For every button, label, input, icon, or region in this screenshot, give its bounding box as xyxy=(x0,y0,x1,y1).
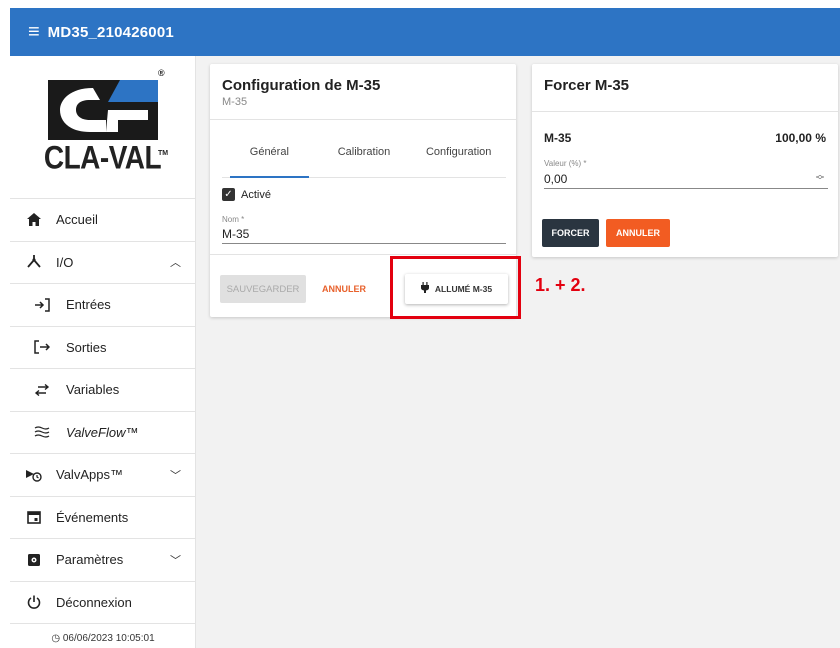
highlight-box xyxy=(390,256,521,319)
cancel-button[interactable]: ANNULER xyxy=(318,275,370,303)
logo-mark-icon xyxy=(47,80,158,140)
power-icon xyxy=(26,595,42,610)
input-icon xyxy=(34,298,50,312)
sidebar-item-io[interactable]: I/O ︿ xyxy=(10,242,195,284)
divider xyxy=(532,111,838,112)
output-icon xyxy=(34,340,50,354)
value-input[interactable]: 0,00 xyxy=(544,172,567,186)
force-output-name: M-35 xyxy=(544,131,572,145)
chevron-down-icon[interactable]: ﹀ xyxy=(170,467,181,483)
name-field[interactable]: M-35 xyxy=(222,227,249,241)
sidebar-item-accueil[interactable]: Accueil xyxy=(10,199,195,242)
registered-mark: ® xyxy=(158,68,165,78)
brand-name: CLA-VAL xyxy=(43,139,162,176)
sidebar-item-entrees[interactable]: Entrées xyxy=(10,284,195,327)
sidebar: ® CLA-VAL TM Accueil I/O ︿ Entrées Sorti… xyxy=(10,56,196,648)
sidebar-item-deconnexion[interactable]: Déconnexion xyxy=(10,582,195,624)
force-card-title: Forcer M-35 xyxy=(544,77,630,94)
force-cancel-button[interactable]: ANNULER xyxy=(606,219,670,247)
sidebar-item-label: ValveFlow™ xyxy=(66,424,139,440)
name-field-label: Nom * xyxy=(222,215,245,224)
sidebar-item-label: I/O xyxy=(56,254,74,270)
io-icon xyxy=(26,255,42,269)
config-card-subtitle: M-35 xyxy=(222,96,248,108)
sidebar-item-sorties[interactable]: Sorties xyxy=(10,326,195,369)
enabled-label: Activé xyxy=(241,188,271,201)
config-tabs: Général Calibration Configuration xyxy=(222,134,506,178)
sidebar-item-evenements[interactable]: Événements xyxy=(10,497,195,539)
sidebar-item-label: ValvApps™ xyxy=(56,467,123,483)
waves-icon xyxy=(34,426,50,438)
sidebar-item-variables[interactable]: Variables xyxy=(10,369,195,412)
value-field-underline xyxy=(544,188,828,189)
calendar-icon xyxy=(26,510,42,525)
swap-icon xyxy=(34,383,50,396)
config-card-title: Configuration de M-35 xyxy=(222,77,381,94)
sidebar-item-label: Sorties xyxy=(66,339,107,355)
tab-general[interactable]: Général xyxy=(222,134,317,178)
sidebar-item-valvapps[interactable]: ValvApps™ ﹀ xyxy=(10,454,195,497)
chevron-up-icon[interactable]: ︿ xyxy=(170,254,181,270)
sidebar-item-label: Accueil xyxy=(56,212,98,228)
enabled-checkbox-row[interactable]: ✓ Activé xyxy=(222,188,271,201)
name-field-underline xyxy=(222,243,506,244)
sidebar-item-parametres[interactable]: Paramètres ﹀ xyxy=(10,539,195,582)
divider xyxy=(210,254,516,255)
cla-val-logo: ® CLA-VAL TM xyxy=(10,56,195,199)
divider xyxy=(210,119,516,120)
sidebar-item-valveflow[interactable]: ValveFlow™ xyxy=(10,411,195,454)
trademark-mark: TM xyxy=(158,150,169,157)
clock-icon: ◷ xyxy=(51,633,61,644)
chevron-down-icon[interactable]: ﹀ xyxy=(170,552,181,568)
sidebar-item-label: Événements xyxy=(56,509,129,525)
force-button[interactable]: FORCER xyxy=(542,219,599,247)
device-title: MD35_210426001 xyxy=(47,23,174,41)
sidebar-item-label: Variables xyxy=(66,382,120,398)
top-bar: ≡ MD35_210426001 xyxy=(10,8,840,56)
timestamp-text: 06/06/2023 10:05:01 xyxy=(62,633,155,644)
annotation-label: 1. + 2. xyxy=(535,275,586,295)
value-field-label: Valeur (%) * xyxy=(544,159,587,168)
settings-icon xyxy=(26,553,42,567)
tab-calibration[interactable]: Calibration xyxy=(317,134,412,177)
enabled-checkbox[interactable]: ✓ xyxy=(222,188,235,201)
force-output-percent: 100,00 % xyxy=(775,131,826,145)
home-icon xyxy=(26,213,42,227)
hamburger-icon[interactable]: ≡ xyxy=(28,22,40,42)
footer-timestamp: ◷ 06/06/2023 10:05:01 xyxy=(10,633,196,644)
save-button[interactable]: SAUVEGARDER xyxy=(220,275,306,303)
sidebar-item-label: Déconnexion xyxy=(56,594,132,610)
stepper-icon[interactable]: ︿ ﹀ xyxy=(816,171,824,185)
sidebar-item-label: Paramètres xyxy=(56,552,124,568)
sidebar-item-label: Entrées xyxy=(66,297,111,313)
valve-icon xyxy=(26,468,42,482)
tab-configuration[interactable]: Configuration xyxy=(411,134,506,177)
